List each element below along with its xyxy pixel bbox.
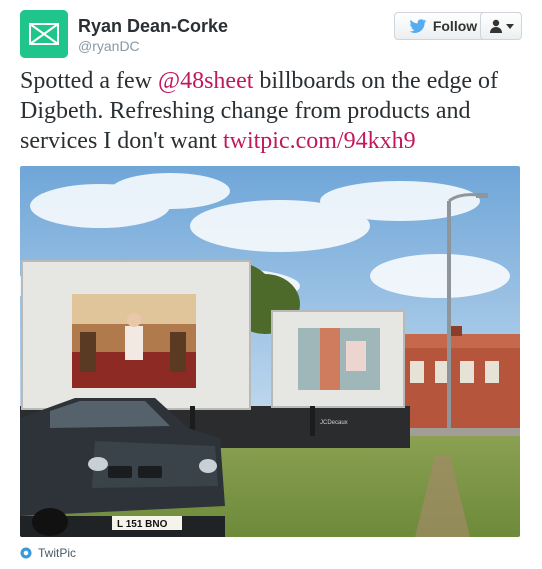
user-handle[interactable]: @ryanDC bbox=[78, 38, 140, 54]
avatar[interactable] bbox=[20, 10, 68, 58]
photo-source[interactable]: TwitPic bbox=[20, 546, 76, 560]
tweet-header: Ryan Dean-Corke @ryanDC Follow bbox=[20, 10, 522, 58]
photo-source-label: TwitPic bbox=[38, 546, 77, 560]
user-name[interactable]: Ryan Dean-Corke bbox=[78, 16, 228, 37]
twitpic-link[interactable]: twitpic.com/94kxh9 bbox=[223, 128, 416, 154]
twitpic-icon bbox=[20, 547, 32, 559]
tweet-text-before: Spotted a few bbox=[20, 68, 158, 94]
follow-label: Follow bbox=[432, 18, 478, 34]
twitter-bird-icon bbox=[409, 18, 427, 33]
license-plate-text: L 151 BNO bbox=[117, 519, 168, 530]
billboard-brand-text: JCDecaux bbox=[320, 420, 348, 426]
user-menu-button[interactable] bbox=[480, 12, 522, 40]
follow-button[interactable]: Follow bbox=[394, 12, 492, 40]
billboards-photo: JCDecaux L 151 BNO bbox=[20, 166, 520, 537]
tweet-text: Spotted a few @48sheet billboards on the… bbox=[20, 66, 526, 156]
chevron-down-icon bbox=[505, 23, 514, 29]
user-icon bbox=[489, 19, 502, 33]
mention-link[interactable]: @48sheet bbox=[158, 68, 253, 94]
tweet-photo[interactable]: JCDecaux L 151 BNO bbox=[20, 166, 520, 537]
avatar-logo-icon bbox=[20, 10, 68, 58]
